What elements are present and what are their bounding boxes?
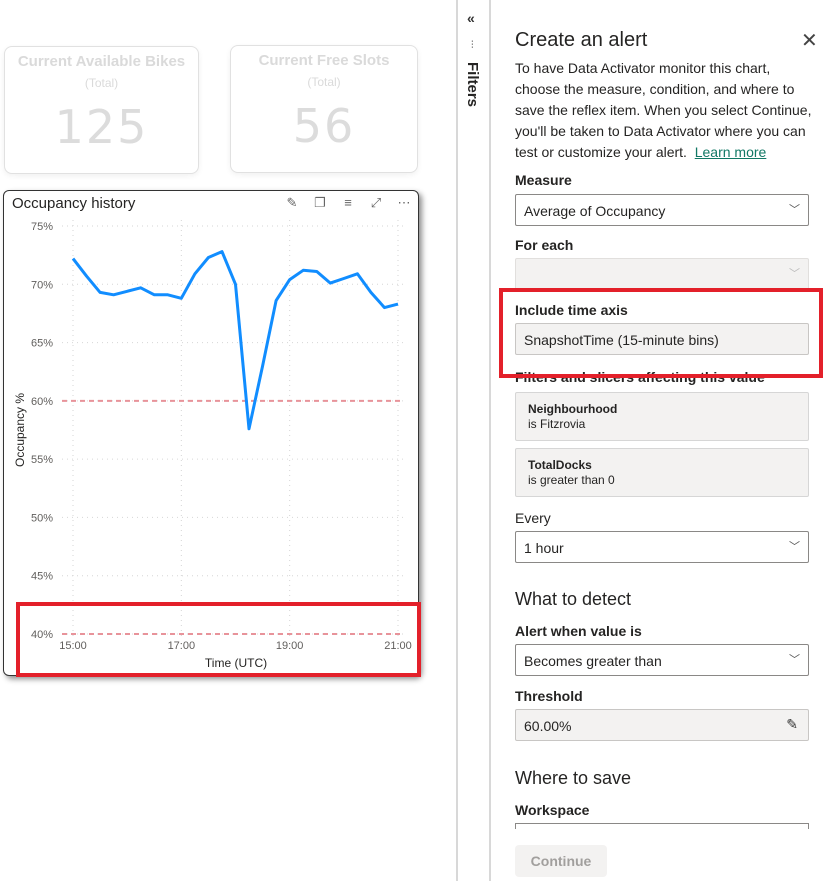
continue-button[interactable]: Continue [515, 845, 607, 877]
every-label: Every [515, 510, 551, 526]
alert-when-label: Alert when value is [515, 623, 642, 639]
filter-icon: ⫶ [471, 40, 474, 51]
workspace-label: Workspace [515, 802, 590, 818]
what-to-detect-heading: What to detect [515, 589, 632, 609]
filter-chip: Neighbourhood is Fitzrovia [515, 392, 809, 441]
panel-description: To have Data Activator monitor this char… [515, 58, 815, 163]
for-each-label: For each [515, 237, 574, 253]
y-tick-label: 60% [31, 396, 53, 408]
highlight-box-x-axis [16, 602, 421, 677]
measure-dropdown[interactable]: Average of Occupancy ﹀ [515, 194, 809, 226]
measure-label: Measure [515, 172, 572, 188]
filter-condition: is greater than 0 [528, 473, 615, 487]
y-tick-label: 65% [31, 338, 53, 350]
threshold-input[interactable]: 60.00% ✎ [515, 709, 809, 741]
highlight-box-time-axis [499, 288, 823, 378]
chevron-down-icon: ﹀ [789, 541, 800, 553]
filter-name: TotalDocks [528, 458, 592, 472]
measure-value: Average of Occupancy [524, 203, 666, 219]
condition-value: Becomes greater than [524, 653, 662, 669]
filter-chip: TotalDocks is greater than 0 [515, 448, 809, 497]
condition-dropdown[interactable]: Becomes greater than ﹀ [515, 644, 809, 676]
close-icon[interactable]: ✕ [801, 28, 818, 53]
threshold-label: Threshold [515, 688, 583, 704]
y-tick-label: 55% [31, 454, 53, 466]
description-text: To have Data Activator monitor this char… [515, 60, 812, 160]
for-each-dropdown[interactable]: ﹀ [515, 258, 809, 290]
chevron-down-icon: ﹀ [789, 654, 800, 666]
expand-filters-icon[interactable]: « [467, 10, 475, 26]
filter-condition: is Fitzrovia [528, 417, 586, 431]
every-value: 1 hour [524, 540, 564, 556]
line-chart: 40%45%50%55%60%65%70%75%15:00 17:00 19:00 2… [13, 220, 412, 670]
filters-label[interactable]: Filters [464, 62, 481, 107]
report-canvas: Current Available Bikes (Total) 125 Curr… [0, 0, 456, 881]
series-line [71, 250, 399, 431]
where-to-save-heading: Where to save [515, 768, 632, 788]
chevron-down-icon: ﹀ [789, 204, 800, 216]
y-axis-label: Occupancy % [13, 393, 27, 467]
y-tick-label: 75% [31, 221, 53, 233]
create-alert-panel: Create an alert ✕ To have Data Activator… [491, 0, 827, 881]
threshold-value: 60.00% [524, 718, 572, 734]
y-tick-label: 70% [31, 279, 53, 291]
every-dropdown[interactable]: 1 hour ﹀ [515, 531, 809, 563]
y-tick-label: 50% [31, 512, 53, 524]
edit-pencil-icon[interactable]: ✎ [786, 716, 798, 733]
workspace-dropdown[interactable] [515, 823, 809, 829]
filters-pane-collapsed[interactable]: « ⫶ Filters [458, 0, 489, 881]
chevron-down-icon: ﹀ [789, 268, 800, 280]
y-tick-label: 45% [31, 571, 53, 583]
learn-more-link[interactable]: Learn more [695, 144, 767, 160]
panel-title: Create an alert [515, 29, 648, 51]
filter-name: Neighbourhood [528, 402, 618, 416]
